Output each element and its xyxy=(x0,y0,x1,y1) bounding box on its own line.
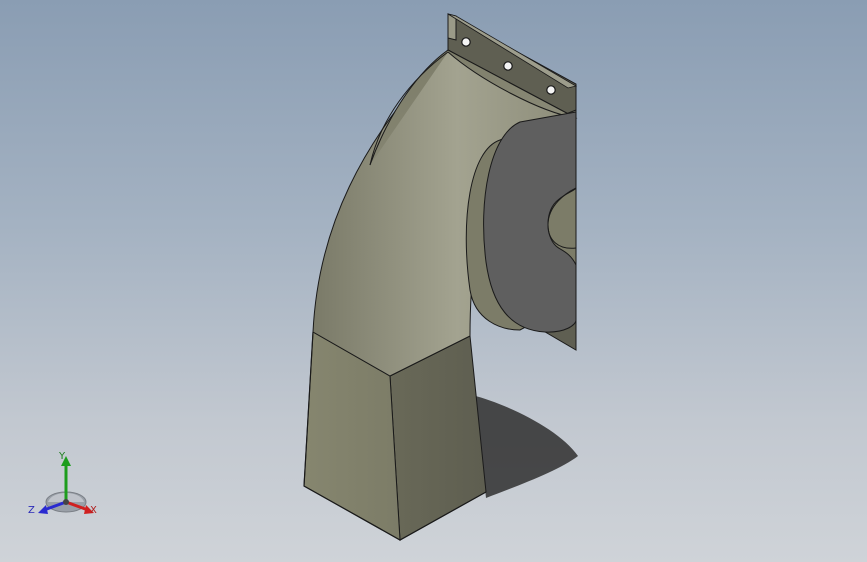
bolt-hole xyxy=(461,37,471,47)
3d-model-view[interactable] xyxy=(0,0,867,562)
graphics-viewport[interactable]: Y X Z xyxy=(0,0,867,562)
triad-x-label: X xyxy=(90,505,97,516)
axis-triad[interactable]: Y X Z xyxy=(28,452,102,518)
triad-y-label: Y xyxy=(59,451,66,462)
bolt-hole xyxy=(503,61,513,71)
triad-z-label: Z xyxy=(28,505,35,516)
bolt-hole xyxy=(546,85,556,95)
model-shadow xyxy=(472,395,578,498)
